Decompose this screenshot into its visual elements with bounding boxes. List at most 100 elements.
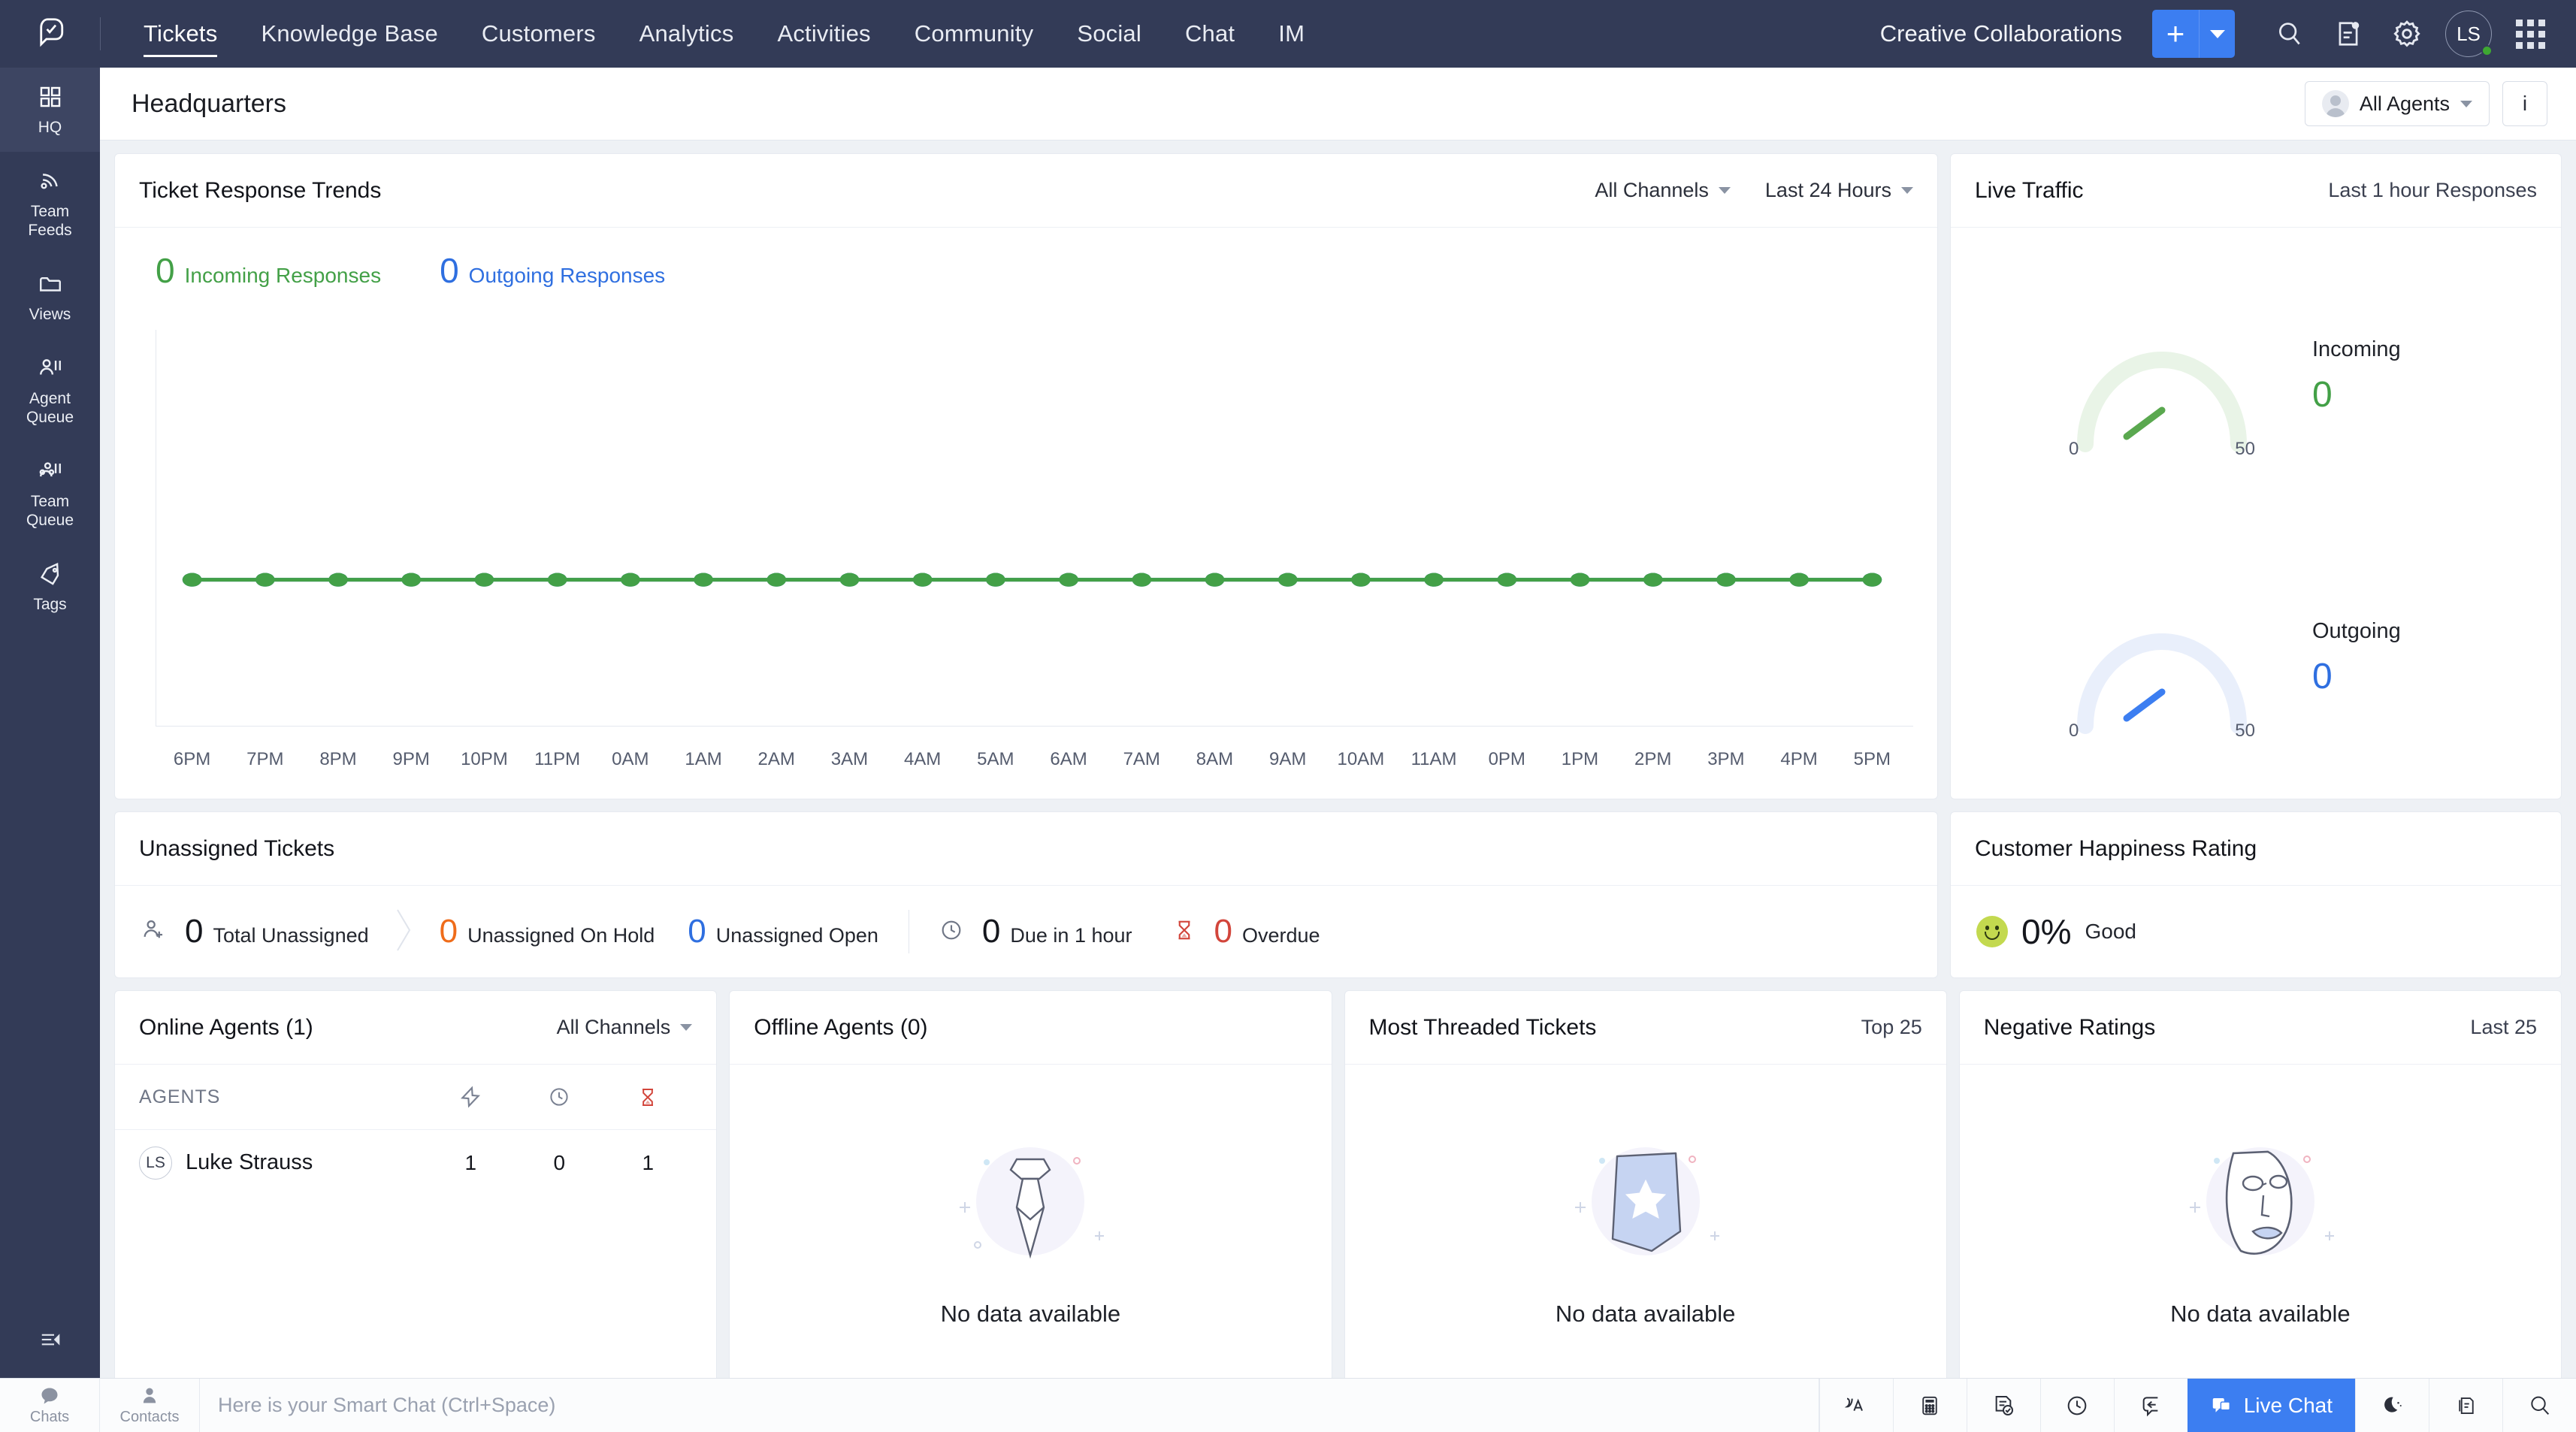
negative-ratings-subtitle: Last 25 <box>2470 1016 2537 1038</box>
sidebar-item-agent-queue[interactable]: Agent Queue <box>0 339 100 442</box>
x-axis-tick-label: 10AM <box>1337 749 1385 769</box>
create-button-group: + <box>2152 10 2235 58</box>
live-chat-button[interactable]: Live Chat <box>2187 1379 2355 1432</box>
column-header-tickets <box>426 1085 515 1109</box>
chats-tab[interactable]: Chats <box>0 1379 100 1432</box>
card-title: Live Traffic <box>1975 177 2084 203</box>
top-navigation-bar: Tickets Knowledge Base Customers Analyti… <box>0 0 2576 68</box>
sidebar-item-team-feeds[interactable]: Team Feeds <box>0 152 100 255</box>
legend-incoming[interactable]: 0 Incoming Responses <box>156 250 381 291</box>
x-axis-tick-label: 3PM <box>1707 749 1745 769</box>
apps-button[interactable] <box>2501 5 2559 63</box>
chevron-separator-icon <box>395 907 414 957</box>
metric-label: Unassigned Open <box>715 924 878 947</box>
x-axis-tick-label: 8PM <box>319 749 357 769</box>
page-header: Headquarters All Agents i <box>100 68 2576 140</box>
nav-tab-label: Analytics <box>639 20 734 47</box>
reply-button[interactable] <box>2113 1379 2187 1432</box>
all-agents-filter[interactable]: All Agents <box>2304 81 2490 126</box>
contacts-tab-label: Contacts <box>119 1409 180 1425</box>
add-new-dropdown-button[interactable] <box>2199 10 2235 58</box>
nav-tab-im[interactable]: IM <box>1256 0 1326 68</box>
search-icon <box>2278 23 2300 45</box>
notes-icon <box>2339 22 2360 46</box>
card-title: Negative Ratings <box>1983 1014 2156 1040</box>
sidebar-item-label: Team Queue <box>26 493 74 529</box>
sidebar-item-views[interactable]: Views <box>0 255 100 339</box>
smiley-face-icon <box>1976 916 2008 947</box>
contacts-tab[interactable]: Contacts <box>100 1379 200 1432</box>
collapse-arrow-icon <box>41 1334 59 1346</box>
online-agents-channel-filter[interactable]: All Channels <box>557 1016 693 1039</box>
metric-unassigned-open[interactable]: 0 Unassigned Open <box>688 913 878 950</box>
x-axis-tick-labels: 6PM 7PM 8PM 9PM 10PM 11PM 0AM 1AM 2AM 3AM 4AM 5AM 6A… <box>156 749 1909 770</box>
chevron-down-icon <box>1718 187 1731 194</box>
chat-bubble-icon <box>41 1388 58 1404</box>
filter-label: Last 24 Hours <box>1764 179 1891 201</box>
tasks-button[interactable] <box>1966 1379 2040 1432</box>
sidebar-item-hq[interactable]: HQ <box>0 68 100 152</box>
nav-tab-analytics[interactable]: Analytics <box>618 0 756 68</box>
metric-overdue[interactable]: 0 Overdue <box>1173 913 1320 950</box>
legend-incoming-value: 0 <box>156 251 175 290</box>
clipboard-button[interactable] <box>2429 1379 2502 1432</box>
card-header: Ticket Response Trends All Channels Last… <box>115 154 1937 228</box>
main-content: Headquarters All Agents i Ticket Respons… <box>100 68 2576 1378</box>
nav-tab-social[interactable]: Social <box>1055 0 1163 68</box>
bottom-search-button[interactable] <box>2502 1379 2576 1432</box>
search-button[interactable] <box>2260 5 2319 63</box>
x-axis-tick-label: 6AM <box>1050 749 1087 769</box>
app-logo[interactable] <box>0 0 100 68</box>
trends-legend: 0 Incoming Responses 0 Outgoing Response… <box>139 250 1913 291</box>
nav-tab-knowledge-base[interactable]: Knowledge Base <box>239 0 459 68</box>
table-row[interactable]: LS Luke Strauss 1 0 1 <box>115 1129 717 1195</box>
nav-tab-label: Knowledge Base <box>261 20 438 47</box>
user-avatar[interactable]: LS <box>2445 11 2493 57</box>
notes-button[interactable] <box>2319 5 2378 63</box>
trends-time-filter[interactable]: Last 24 Hours <box>1765 179 1913 202</box>
nav-tab-label: Community <box>914 20 1034 47</box>
trends-channel-filter[interactable]: All Channels <box>1595 179 1731 202</box>
clock-icon <box>550 1088 568 1106</box>
legend-outgoing[interactable]: 0 Outgoing Responses <box>440 250 665 291</box>
add-new-button[interactable]: + <box>2152 10 2199 58</box>
x-axis-tick-label: 7PM <box>246 749 284 769</box>
x-axis-tick-label: 4PM <box>1780 749 1818 769</box>
happiness-label: Good <box>2085 920 2136 943</box>
nav-tab-community[interactable]: Community <box>893 0 1056 68</box>
card-header-actions: Last 25 <box>2470 1016 2537 1039</box>
primary-nav: Tickets Knowledge Base Customers Analyti… <box>122 0 1326 68</box>
sidebar-item-label: Tags <box>33 596 67 613</box>
metric-value: 0 <box>981 913 1001 950</box>
dark-mode-button[interactable] <box>2355 1379 2429 1432</box>
face-illustration-icon <box>2189 1147 2334 1255</box>
smart-chat-input[interactable] <box>218 1394 1819 1417</box>
nav-tab-label: Social <box>1077 20 1141 47</box>
sidebar-item-tags[interactable]: Tags <box>0 545 100 629</box>
reply-icon <box>2142 1396 2158 1416</box>
translate-button[interactable] <box>1819 1379 1893 1432</box>
sidebar-item-team-queue[interactable]: Team Queue <box>0 442 100 545</box>
metric-unassigned-on-hold[interactable]: 0 Unassigned On Hold <box>440 913 655 950</box>
nav-tab-customers[interactable]: Customers <box>460 0 618 68</box>
person-avatar-icon <box>2321 90 2349 117</box>
nav-tab-activities[interactable]: Activities <box>755 0 892 68</box>
sidebar-collapse-button[interactable] <box>0 1312 100 1378</box>
info-button[interactable]: i <box>2502 81 2547 126</box>
smart-chat-search[interactable] <box>200 1379 1819 1432</box>
incoming-gauge-text: Incoming 0 <box>2312 337 2448 415</box>
metric-total-unassigned[interactable]: 0 Total Unassigned <box>141 913 369 950</box>
card-header-actions: Top 25 <box>1861 1016 1922 1039</box>
calculator-button[interactable] <box>1892 1379 1967 1432</box>
x-axis-tick-label: 6PM <box>173 749 211 769</box>
x-axis-tick-label: 5PM <box>1853 749 1891 769</box>
settings-button[interactable] <box>2378 5 2436 63</box>
metric-value: 0 <box>439 913 458 950</box>
nav-tab-tickets[interactable]: Tickets <box>122 0 239 68</box>
card-header: Offline Agents (0) <box>730 991 1332 1065</box>
outgoing-label: Outgoing <box>2312 618 2401 643</box>
nav-tab-chat[interactable]: Chat <box>1163 0 1256 68</box>
clock-button[interactable] <box>2039 1379 2114 1432</box>
page-title: Headquarters <box>132 89 287 118</box>
metric-due-in-1-hour[interactable]: 0 Due in 1 hour <box>939 913 1132 950</box>
